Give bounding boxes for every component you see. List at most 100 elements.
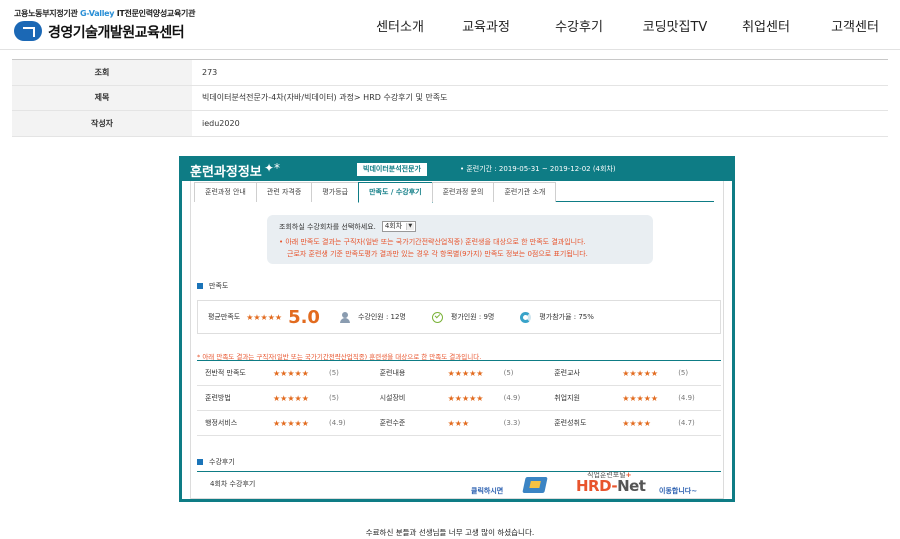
site-header: 고용노동부지정기관 G-Valley IT전문인력양성교육기관 경영기술개발원교… xyxy=(0,0,900,50)
rating-name: 시설장비 xyxy=(379,394,406,402)
rating-cell: 훈련교사 ★★★★★ (5) xyxy=(546,368,721,378)
nav-coding-tv[interactable]: 코딩맛집TV xyxy=(628,16,722,35)
tab-course-inquiry[interactable]: 훈련과정 문의 xyxy=(431,182,495,202)
sparkle-icon: ✦* xyxy=(264,161,281,175)
rating-cell: 시설장비 ★★★★★ (4.9) xyxy=(372,393,547,403)
rating-cell: 훈련방법 ★★★★★ (5) xyxy=(197,393,372,403)
table-row: 행정서비스 ★★★★★ (4.9) 훈련수준 ★★★ (3.3) 훈련성취도 ★★★★ (4… xyxy=(197,411,721,436)
review-header: 4회차 수강후기 클릭하시면 직업훈련포털+ HRD-Net 이동합니다~ xyxy=(197,471,721,495)
rating-cell: 취업지원 ★★★★★ (4.9) xyxy=(546,393,721,403)
participation-text: 평가참가율 : 75% xyxy=(539,313,594,321)
panel-header: 훈련과정정보 ✦* 빅데이터분석전문가 • 훈련기간 : 2019-05-31 … xyxy=(182,159,732,181)
reviews-title-text: 수강후기 xyxy=(209,458,235,466)
hrd-logo-hrd: HRD- xyxy=(576,477,618,495)
post-body-text: 수료하신 분들과 선생님들 너무 고생 많이 하셨습니다. xyxy=(365,528,535,537)
training-info-panel: 훈련과정정보 ✦* 빅데이터분석전문가 • 훈련기간 : 2019-05-31 … xyxy=(179,156,735,502)
nav-reviews[interactable]: 수강후기 xyxy=(530,16,628,35)
filter-note: • 아래 만족도 결과는 구직자(일반 또는 국가기간전략산업직종) 훈련생을 … xyxy=(279,236,641,260)
main-nav: 센터소개 교육과정 수강후기 코딩맛집TV 취업센터 고객센터 xyxy=(358,16,900,35)
author-label: 작성자 xyxy=(12,111,192,136)
enrolled-text: 수강인원 : 12명 xyxy=(357,313,406,321)
brand-name[interactable]: 경영기술개발원교육센터 xyxy=(48,22,185,42)
table-row: 훈련방법 ★★★★★ (5) 시설장비 ★★★★★ (4.9) 취업지원 ★★★★★ (4.… xyxy=(197,386,721,411)
rating-cell: 훈련수준 ★★★ (3.3) xyxy=(372,418,547,428)
rating-name: 행정서비스 xyxy=(205,419,238,427)
rating-stars: ★★★★ xyxy=(622,418,651,428)
rating-stars: ★★★★★ xyxy=(622,368,659,378)
tab-satisfaction-reviews[interactable]: 만족도 / 수강후기 xyxy=(358,182,433,203)
views-label: 조회 xyxy=(12,60,192,85)
rating-score: (4.7) xyxy=(678,419,695,427)
participation-stat: 평가참가율 : 75% xyxy=(520,311,594,323)
evaluated-text: 평가인원 : 9명 xyxy=(450,313,495,321)
hrd-net-logo-icon[interactable] xyxy=(522,477,548,493)
author-value: iedu2020 xyxy=(202,118,240,128)
chevron-down-icon: ▼ xyxy=(405,223,414,230)
tab-certificates[interactable]: 관련 자격증 xyxy=(255,182,313,202)
reviews-section-title: 수강후기 xyxy=(197,457,235,467)
bullet-icon xyxy=(197,459,203,465)
rating-cell: 훈련성취도 ★★★★ (4.7) xyxy=(546,418,721,428)
rating-name: 훈련수준 xyxy=(379,419,406,427)
rating-score: (4.9) xyxy=(678,394,695,402)
brand-logo-icon[interactable] xyxy=(14,21,42,41)
avg-stars: ★★★★★ xyxy=(246,312,283,322)
filter-label: 조회하실 수강회차를 선택하세요. xyxy=(279,222,376,231)
tab-rating[interactable]: 평가등급 xyxy=(311,182,360,202)
nav-courses[interactable]: 교육과정 xyxy=(442,16,530,35)
hrd-click-text[interactable]: 클릭하시면 xyxy=(471,486,503,496)
rating-cell: 행정서비스 ★★★★★ (4.9) xyxy=(197,418,372,428)
title-row: 제목 빅데이터분석전문가-4차(자바/빅데이터) 과정> HRD 수강후기 및 … xyxy=(12,85,888,111)
panel-tabs: 훈련과정 안내 관련 자격증 평가등급 만족도 / 수강후기 훈련과정 문의 훈… xyxy=(194,182,714,203)
tab-course-guide[interactable]: 훈련과정 안내 xyxy=(194,182,257,202)
review-round-label: 4회차 수강후기 xyxy=(210,480,256,488)
table-row: 전반적 만족도 ★★★★★ (5) 훈련내용 ★★★★★ (5) 훈련교사 ★★★★★ (5… xyxy=(197,361,721,386)
rating-stars: ★★★★★ xyxy=(273,368,309,378)
rating-name: 취업지원 xyxy=(554,394,580,402)
post-info-table: 조회 273 제목 빅데이터분석전문가-4차(자바/빅데이터) 과정> HRD … xyxy=(12,59,888,137)
round-select[interactable]: 4회차 ▼ xyxy=(381,221,416,232)
round-filter-box: 조회하실 수강회차를 선택하세요. 4회차 ▼ • 아래 만족도 결과는 구직자… xyxy=(267,215,653,264)
bullet-icon xyxy=(197,283,203,289)
enrolled-stat: 수강인원 : 12명 xyxy=(339,311,406,323)
rating-score: (4.9) xyxy=(329,419,346,427)
nav-employment[interactable]: 취업센터 xyxy=(722,16,810,35)
rating-name: 훈련방법 xyxy=(205,394,231,402)
rating-name: 전반적 만족도 xyxy=(205,369,246,377)
author-row: 작성자 iedu2020 xyxy=(12,111,888,137)
nav-center-intro[interactable]: 센터소개 xyxy=(358,16,442,35)
rating-score: (4.9) xyxy=(503,394,521,402)
nav-customer[interactable]: 고객센터 xyxy=(810,16,900,35)
satisfaction-section-title: 만족도 xyxy=(197,281,228,291)
avg-label: 평균만족도 xyxy=(208,313,241,321)
rating-score: (3.3) xyxy=(503,419,521,427)
rating-name: 훈련성취도 xyxy=(554,419,587,427)
filter-note-line-2: 근로자 훈련생 기준 만족도평가 결과만 있는 경우 각 항목별(9가지) 만족… xyxy=(287,250,588,258)
hrd-net-link[interactable]: HRD-Net xyxy=(576,477,646,495)
avg-score: 5.0 xyxy=(288,306,320,328)
views-row: 조회 273 xyxy=(12,60,888,86)
rating-score: (5) xyxy=(329,369,339,377)
rating-name: 훈련내용 xyxy=(379,369,406,377)
round-select-value: 4회차 xyxy=(384,222,403,230)
rating-stars: ★★★★★ xyxy=(447,393,484,403)
satisfaction-summary: 평균만족도 ★★★★★ 5.0 수강인원 : 12명 평가인원 : 9명 평가참… xyxy=(197,300,721,334)
satisfaction-title-text: 만족도 xyxy=(209,282,229,290)
panel-title: 훈련과정정보 xyxy=(190,165,262,180)
rating-stars: ★★★★★ xyxy=(273,418,309,428)
donut-chart-icon xyxy=(520,311,532,323)
rating-cell: 전반적 만족도 ★★★★★ (5) xyxy=(197,368,372,378)
hrd-go-text[interactable]: 이동합니다~ xyxy=(659,486,697,496)
rating-stars: ★★★★★ xyxy=(447,368,484,378)
post-title: 빅데이터분석전문가-4차(자바/빅데이터) 과정> HRD 수강후기 및 만족도 xyxy=(202,93,448,103)
title-label: 제목 xyxy=(12,85,192,110)
rating-score: (5) xyxy=(503,369,514,377)
rating-score: (5) xyxy=(678,369,689,377)
rating-score: (5) xyxy=(329,394,339,402)
check-circle-icon xyxy=(431,311,443,323)
rating-stars: ★★★★★ xyxy=(273,393,309,403)
filter-note-line-1: • 아래 만족도 결과는 구직자(일반 또는 국가기간전략산업직종) 훈련생을 … xyxy=(279,238,586,246)
person-icon xyxy=(339,311,350,323)
brand-tagline: 고용노동부지정기관 G-Valley IT전문인력양성교육기관 xyxy=(14,9,196,18)
tab-institution-intro[interactable]: 훈련기관 소개 xyxy=(493,182,557,202)
